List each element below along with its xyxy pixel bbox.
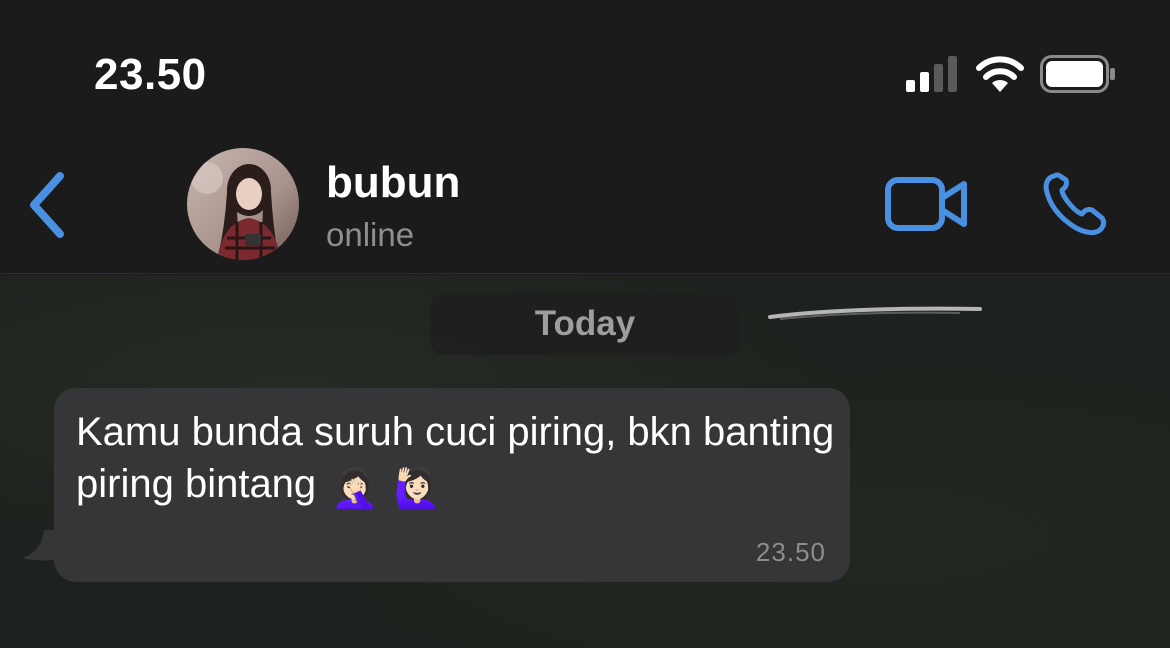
date-separator: Today: [430, 293, 740, 355]
avatar-photo: [187, 148, 299, 260]
phone-icon: [1043, 172, 1107, 236]
status-time: 23.50: [94, 50, 207, 99]
wallpaper-decoration: [768, 306, 982, 320]
message-text: Kamu bunda suruh cuci piring, bkn bantin…: [76, 406, 836, 515]
chat-header: bubun online: [0, 140, 1170, 274]
video-call-button[interactable]: [884, 174, 970, 234]
chat-screen: 23.50 bubun online Today Kamu bunda suru…: [0, 0, 1170, 648]
avatar[interactable]: [187, 148, 299, 260]
voice-call-button[interactable]: [1040, 172, 1112, 238]
back-button[interactable]: [22, 170, 72, 240]
wifi-icon: [976, 56, 1024, 92]
video-camera-icon: [885, 177, 967, 231]
contact-name[interactable]: bubun: [326, 158, 460, 208]
face-palm-emoji: 🤦🏻‍♀️: [331, 468, 379, 510]
contact-status: online: [326, 216, 415, 253]
chat-area[interactable]: Today Kamu bunda suruh cuci piring, bkn …: [0, 275, 1170, 648]
status-bar: 23.50: [0, 0, 1170, 140]
cellular-signal-icon: [906, 56, 957, 92]
incoming-message-bubble[interactable]: Kamu bunda suruh cuci piring, bkn bantin…: [54, 388, 850, 582]
message-timestamp: 23.50: [755, 537, 826, 567]
raising-hand-emoji: 🙋🏻‍♀️: [393, 468, 442, 510]
battery-icon: [1040, 55, 1115, 93]
chevron-left-icon: [30, 172, 64, 238]
message-body: Kamu bunda suruh cuci piring, bkn bantin…: [76, 410, 835, 506]
